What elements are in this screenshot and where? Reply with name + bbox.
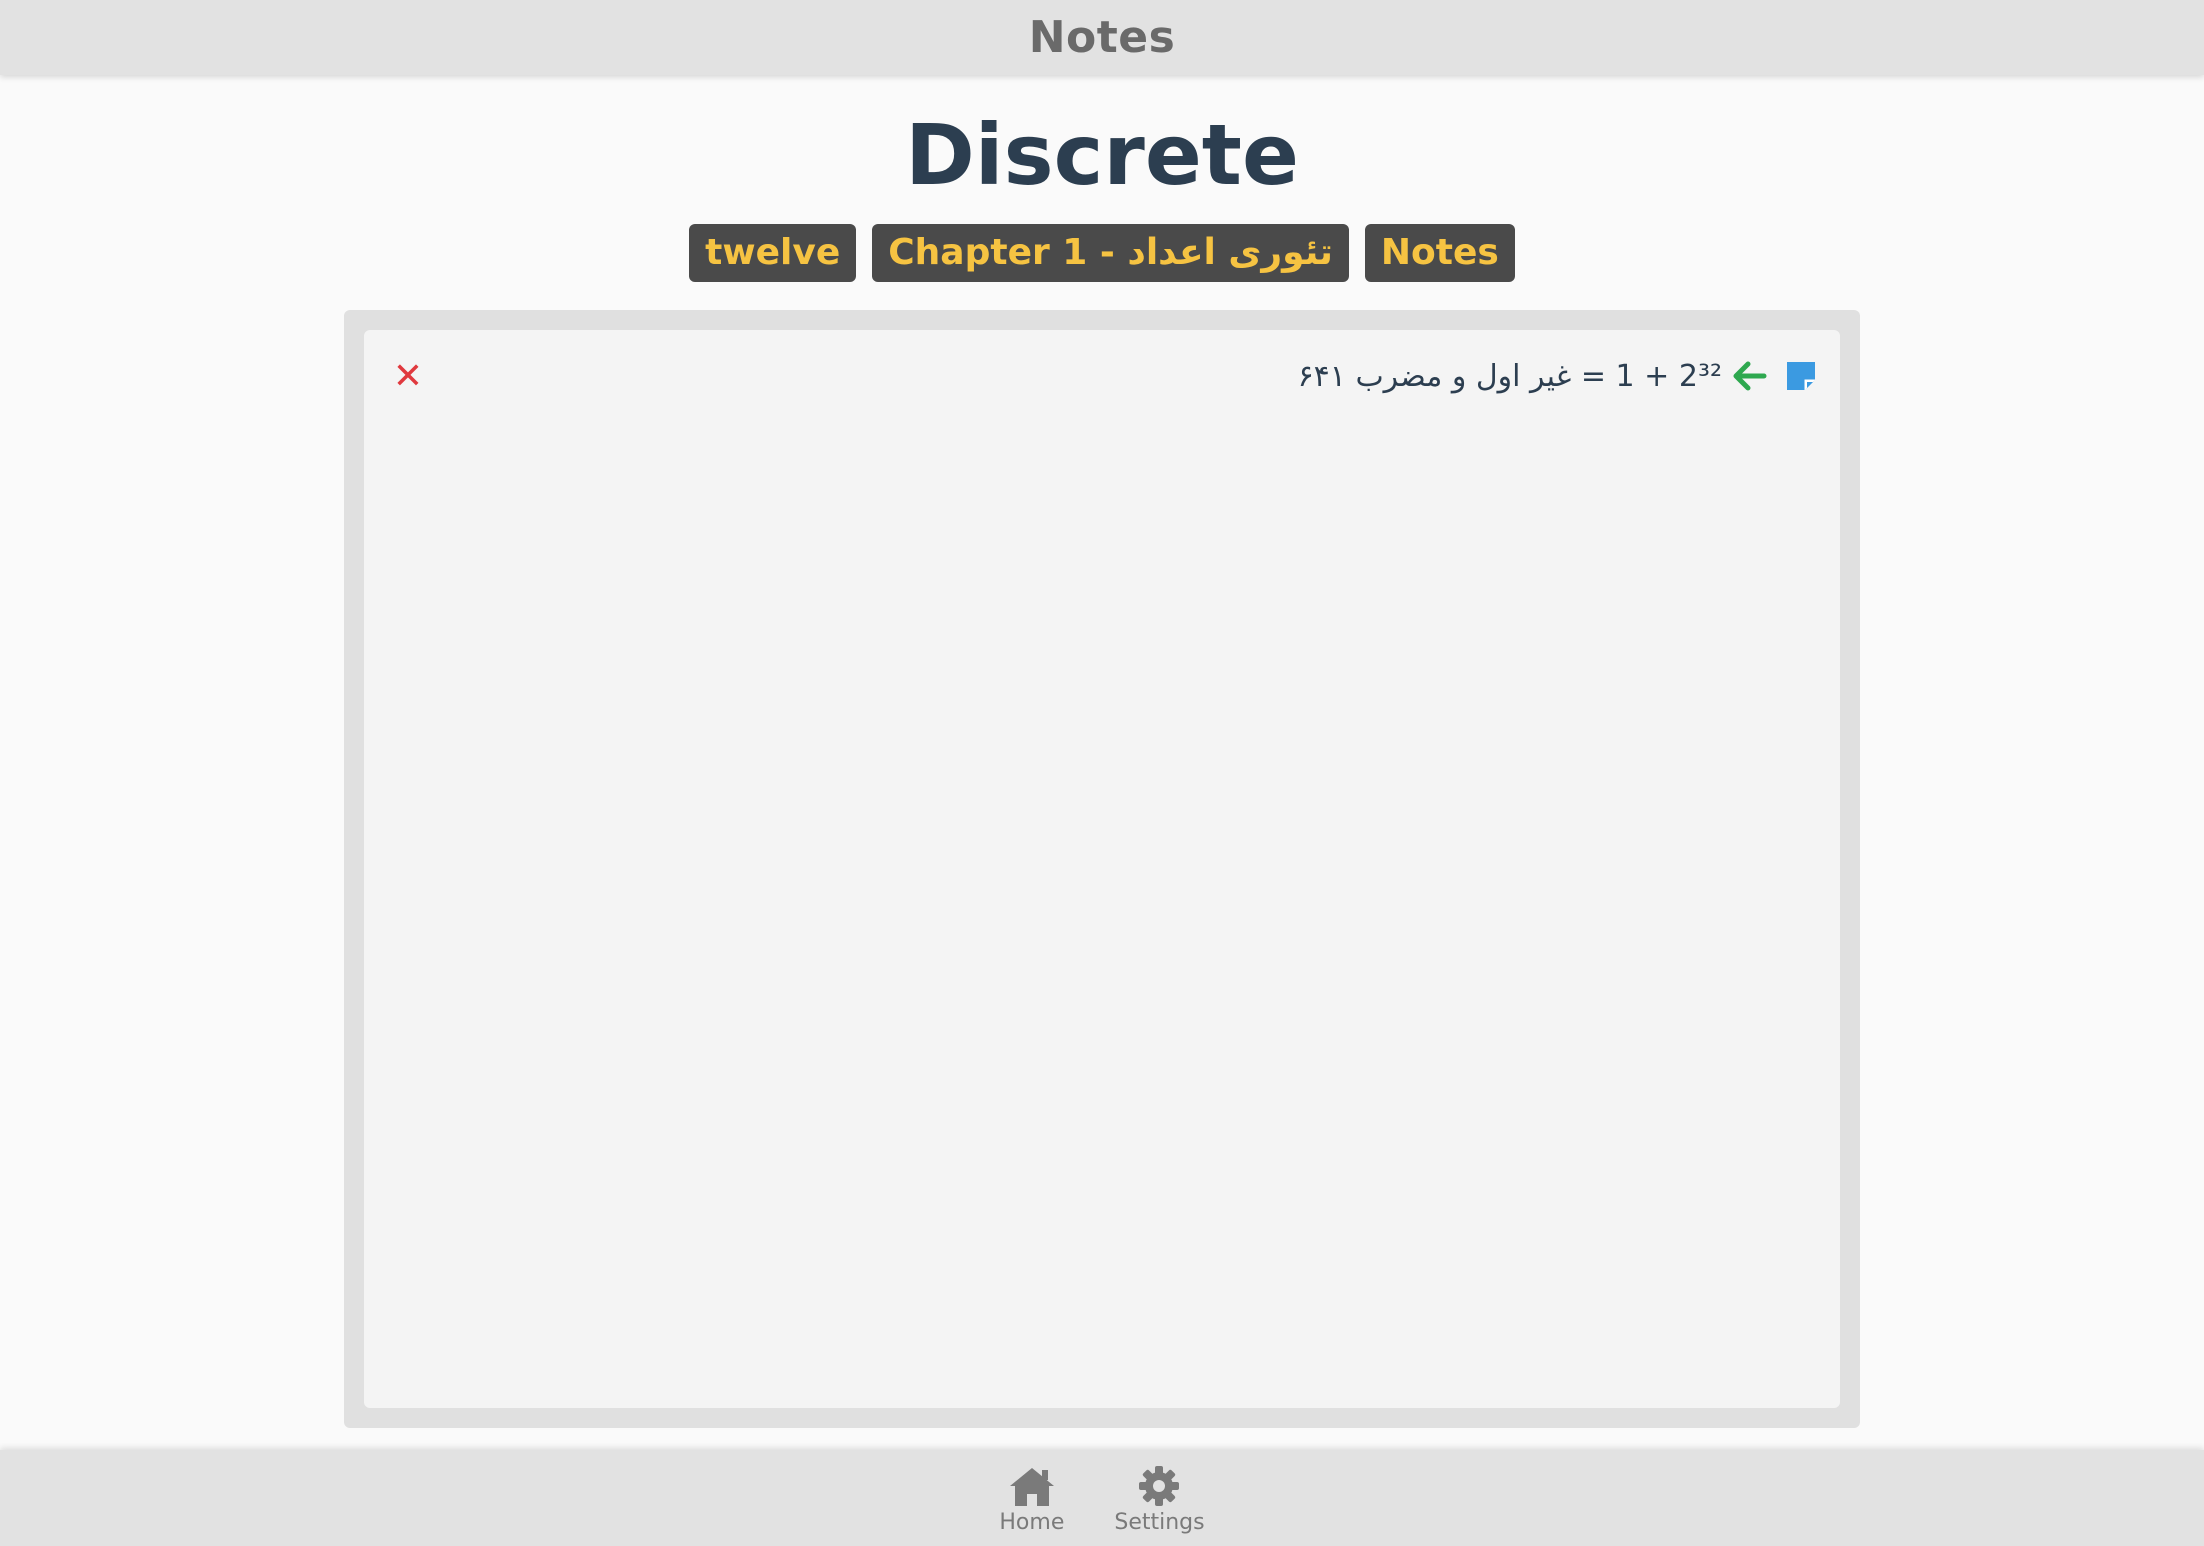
notes-list: ✕ 2³² + 1 = غیر اول و مضرب ۶۴۱ (364, 330, 1840, 1408)
bottom-nav: Home Settings (0, 1450, 2204, 1546)
gear-icon (1139, 1466, 1180, 1506)
sticky-note-icon (1787, 362, 1815, 390)
tag-notes[interactable]: Notes (1364, 224, 1515, 282)
note-text: 2³² + 1 = غیر اول و مضرب ۶۴۱ (1297, 358, 1722, 394)
tag-list: twelve Chapter 1 - تئوری اعداد Notes (0, 224, 2204, 282)
tag-chapter[interactable]: Chapter 1 - تئوری اعداد (872, 224, 1349, 282)
home-icon (1009, 1468, 1054, 1506)
notes-panel: ✕ 2³² + 1 = غیر اول و مضرب ۶۴۱ (344, 310, 1860, 1428)
tag-twelve[interactable]: twelve (689, 224, 857, 282)
page-title: Discrete (905, 106, 1299, 204)
close-icon[interactable]: ✕ (388, 356, 428, 397)
top-app-bar: Notes (0, 0, 2204, 75)
nav-settings-label: Settings (1114, 1510, 1205, 1535)
nav-home[interactable]: Home (999, 1450, 1064, 1546)
list-item[interactable]: 2³² + 1 = غیر اول و مضرب ۶۴۱ (1298, 352, 1816, 400)
app-bar-title: Notes (1028, 12, 1176, 63)
nav-settings[interactable]: Settings (1114, 1450, 1205, 1546)
nav-home-label: Home (999, 1510, 1065, 1535)
arrow-left-icon (1733, 361, 1767, 391)
